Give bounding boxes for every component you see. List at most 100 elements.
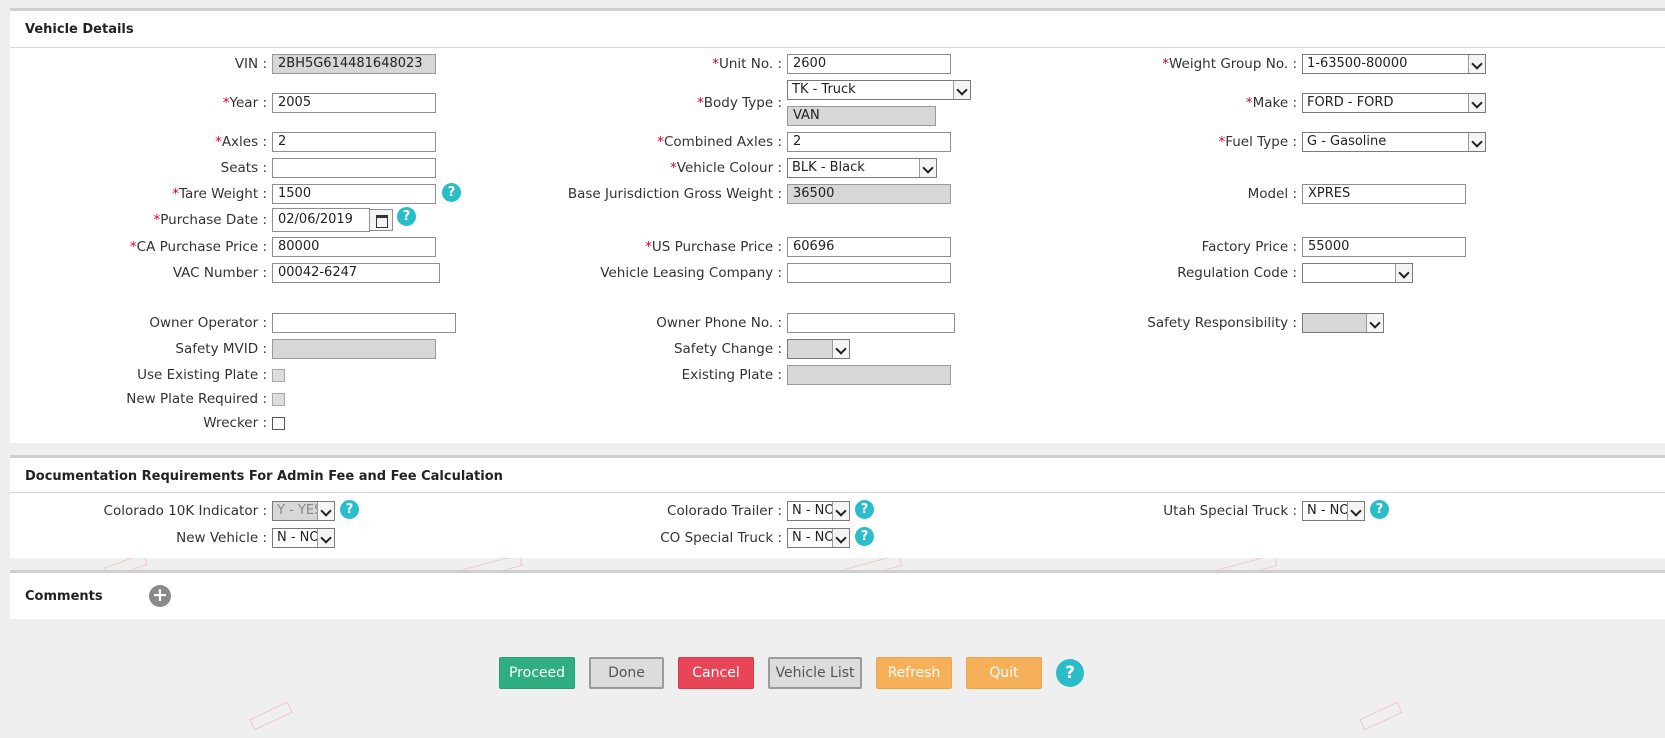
co-special-help-icon[interactable]: ? [855,527,874,546]
page-help-icon[interactable]: ? [1056,659,1084,687]
new-plate-checkbox [272,393,285,406]
dropdown-arrow-icon [919,159,936,177]
weight-group-label: *Weight Group No. : [1162,56,1297,72]
comments-title: Comments [25,589,103,604]
utah-help-icon[interactable]: ? [1370,500,1389,519]
tare-weight-field[interactable]: 1500 [272,184,436,204]
owner-phone-field[interactable] [787,313,955,333]
leasing-label: Vehicle Leasing Company : [600,265,782,281]
co-special-select[interactable]: N - NO [787,528,850,548]
vehicle-colour-select[interactable]: BLK - Black [787,158,937,178]
dropdown-arrow-icon [1468,55,1485,73]
dropdown-arrow-icon [832,529,849,547]
documentation-title: Documentation Requirements For Admin Fee… [25,469,503,484]
wrecker-checkbox[interactable] [272,417,285,430]
co-trailer-select[interactable]: N - NO [787,501,850,521]
use-existing-plate-label: Use Existing Plate : [137,367,267,383]
new-vehicle-select[interactable]: N - NO [272,528,335,548]
tare-weight-help-icon[interactable]: ? [442,183,461,202]
fuel-type-select[interactable]: G - Gasoline [1302,132,1486,152]
purchase-date-field[interactable]: 02/06/2019 [272,208,370,232]
new-vehicle-label: New Vehicle : [176,530,267,546]
tare-weight-label: *Tare Weight : [172,186,267,202]
refresh-button[interactable]: Refresh [876,657,952,689]
existing-plate-label: Existing Plate : [681,367,782,383]
calendar-icon[interactable] [369,209,393,231]
year-label: *Year : [222,95,267,111]
proceed-button[interactable]: Proceed [499,657,575,689]
leasing-field[interactable] [787,263,951,283]
owner-operator-label: Owner Operator : [149,315,267,331]
vin-field: 2BH5G614481648023 [272,54,436,74]
co-trailer-label: Colorado Trailer : [667,503,782,519]
dropdown-arrow-icon [1395,264,1412,282]
regulation-code-select[interactable] [1302,263,1413,283]
us-price-field[interactable]: 60696 [787,237,951,257]
vehicle-details-title: Vehicle Details [25,22,134,37]
dropdown-arrow-icon [1366,314,1383,332]
safety-responsibility-label: Safety Responsibility : [1147,315,1297,331]
axles-label: *Axles : [215,134,267,150]
safety-change-label: Safety Change : [673,341,782,357]
watermark-mark [249,701,293,731]
utah-select[interactable]: N - NO [1302,501,1365,521]
dropdown-arrow-icon [1468,94,1485,112]
wrecker-label: Wrecker : [203,415,267,431]
fuel-type-label: *Fuel Type : [1218,134,1297,150]
vehicle-list-button[interactable]: Vehicle List [768,657,862,689]
combined-axles-label: *Combined Axles : [657,134,782,150]
regulation-code-label: Regulation Code : [1177,265,1297,281]
quit-button[interactable]: Quit [966,657,1042,689]
co10k-help-icon[interactable]: ? [340,500,359,519]
safety-mvid-label: Safety MVID : [175,341,267,357]
combined-axles-field[interactable]: 2 [787,132,951,152]
make-select[interactable]: FORD - FORD [1302,93,1486,113]
dropdown-arrow-icon [317,529,334,547]
use-existing-plate-checkbox [272,369,285,382]
body-type-label: *Body Type : [697,95,782,111]
seats-field[interactable] [272,158,436,178]
purchase-date-label: *Purchase Date : [153,212,267,228]
ca-price-label: *CA Purchase Price : [129,239,267,255]
owner-phone-label: Owner Phone No. : [656,315,782,331]
make-label: *Make : [1245,95,1297,111]
factory-price-label: Factory Price : [1201,239,1297,255]
model-field[interactable]: XPRES [1302,184,1466,204]
dropdown-arrow-icon [1347,502,1364,520]
vehicle-colour-label: *Vehicle Colour : [670,160,782,176]
unit-no-field[interactable]: 2600 [787,54,951,74]
purchase-date-help-icon[interactable]: ? [397,207,416,226]
vin-label: VIN : [234,56,267,72]
done-button[interactable]: Done [589,657,664,689]
cancel-button[interactable]: Cancel [678,657,754,689]
vac-field[interactable]: 00042-6247 [272,263,440,283]
year-field[interactable]: 2005 [272,93,436,113]
base-gross-weight-field: 36500 [787,184,951,204]
body-type-sub-field: VAN [787,106,936,126]
ca-price-field[interactable]: 80000 [272,237,436,257]
vac-label: VAC Number : [172,265,267,281]
base-gross-weight-label: Base Jurisdiction Gross Weight : [567,186,782,202]
owner-operator-field[interactable] [272,313,456,333]
co-special-label: CO Special Truck : [660,530,782,546]
factory-price-field[interactable]: 55000 [1302,237,1466,257]
dropdown-arrow-icon [832,502,849,520]
utah-label: Utah Special Truck : [1163,503,1297,519]
weight-group-select[interactable]: 1-63500-80000 [1302,54,1486,74]
safety-mvid-field [272,339,436,359]
safety-responsibility-select [1302,313,1384,333]
watermark-mark [1359,701,1403,731]
co10k-select: Y - YES [272,501,335,521]
dropdown-arrow-icon [317,502,334,520]
comments-panel: Comments + [10,570,1665,619]
co-trailer-help-icon[interactable]: ? [855,500,874,519]
existing-plate-field [787,365,951,385]
us-price-label: *US Purchase Price : [645,239,782,255]
dropdown-arrow-icon [832,340,849,358]
dropdown-arrow-icon [953,81,970,99]
axles-field[interactable]: 2 [272,132,436,152]
safety-change-select [787,339,850,359]
plus-circle-icon[interactable]: + [149,585,171,607]
body-type-select[interactable]: TK - Truck [787,80,971,100]
seats-label: Seats : [220,160,267,176]
